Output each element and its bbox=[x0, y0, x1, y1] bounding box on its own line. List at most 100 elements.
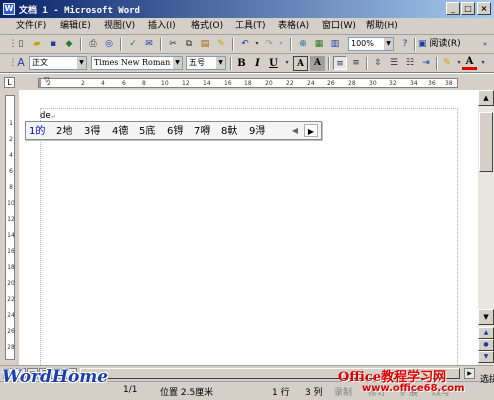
print-icon[interactable]: ⎙ bbox=[86, 37, 100, 51]
ruler-number: 18 bbox=[244, 80, 252, 87]
menu-format[interactable]: 格式(O) bbox=[191, 18, 223, 35]
spelling-icon[interactable]: ✓ bbox=[126, 37, 140, 51]
indent-icon[interactable]: ⇥ bbox=[419, 56, 433, 70]
window-title: 文档 1 - Microsoft Word bbox=[19, 6, 140, 16]
horizontal-ruler[interactable]: 2 ▽ 2 4 6 8 10 12 14 16 18 20 22 24 26 2… bbox=[38, 76, 458, 88]
toolbar-separator bbox=[290, 38, 292, 51]
menu-tools[interactable]: 工具(T) bbox=[235, 18, 266, 35]
zoom-value: 100% bbox=[351, 39, 374, 48]
scroll-up-icon[interactable]: ▲ bbox=[478, 90, 494, 106]
toolbar-separator bbox=[436, 57, 438, 70]
line-spacing-icon[interactable]: ⇳ bbox=[371, 56, 385, 70]
menu-insert[interactable]: 插入(I) bbox=[148, 18, 176, 35]
ruler-number: 26 bbox=[7, 328, 15, 335]
italic-button[interactable]: I bbox=[250, 56, 265, 71]
read-mode-button[interactable]: ▣ 阅读(R) bbox=[418, 37, 461, 51]
zoom-select[interactable]: 100% ▼ bbox=[348, 37, 394, 51]
page-count: 1/1 bbox=[123, 385, 138, 395]
scroll-thumb[interactable] bbox=[479, 112, 493, 172]
ime-candidate[interactable]: 6锝 bbox=[167, 123, 183, 140]
open-folder-icon[interactable]: ▰ bbox=[30, 37, 44, 51]
vertical-scrollbar[interactable]: ▲ ▼ ▲ ● ▼ bbox=[478, 90, 494, 365]
ruler-number: 12 bbox=[7, 216, 15, 223]
toolbar-separator bbox=[80, 38, 82, 51]
select-browse-object-icon[interactable]: ● bbox=[478, 339, 494, 351]
menu-window[interactable]: 窗口(W) bbox=[322, 18, 356, 35]
minimize-button[interactable]: _ bbox=[446, 2, 460, 15]
ime-candidate[interactable]: 3得 bbox=[84, 123, 100, 140]
cut-icon[interactable]: ✂ bbox=[166, 37, 180, 51]
underline-button[interactable]: U bbox=[266, 56, 281, 71]
menu-view[interactable]: 视图(V) bbox=[104, 18, 135, 35]
ime-candidate[interactable]: 5底 bbox=[139, 123, 155, 140]
ime-candidate[interactable]: 8軑 bbox=[221, 123, 237, 140]
tab-selector-icon[interactable]: L bbox=[4, 77, 15, 88]
insert-table-icon[interactable]: ▥ bbox=[328, 37, 342, 51]
style-select[interactable]: 正文 ▼ bbox=[29, 56, 87, 70]
paste-icon[interactable]: ▤ bbox=[198, 37, 212, 51]
ruler-number: 32 bbox=[389, 80, 397, 87]
help-icon[interactable]: ? bbox=[398, 37, 412, 51]
close-button[interactable]: × bbox=[477, 2, 491, 15]
underline-dropdown-icon[interactable]: ▾ bbox=[280, 56, 294, 70]
font-color-dropdown-icon[interactable]: ▾ bbox=[476, 56, 490, 70]
permission-icon[interactable]: ◆ bbox=[62, 37, 76, 51]
ruler-number: 2 bbox=[9, 136, 13, 143]
toolbar-separator bbox=[232, 38, 234, 51]
ruler-number: 14 bbox=[203, 80, 211, 87]
toolbar-separator bbox=[328, 57, 330, 70]
title-bar: W 文档 1 - Microsoft Word _ □ × bbox=[0, 0, 494, 18]
menu-file[interactable]: 文件(F) bbox=[16, 18, 46, 35]
print-preview-icon[interactable]: ◎ bbox=[102, 37, 116, 51]
ime-candidate[interactable]: 4德 bbox=[112, 123, 128, 140]
ruler-number: 10 bbox=[7, 200, 15, 207]
ime-candidate[interactable]: 2地 bbox=[56, 123, 72, 140]
font-color-button[interactable]: A bbox=[462, 56, 477, 70]
ime-candidate[interactable]: 1的 bbox=[29, 123, 45, 140]
bullets-icon[interactable]: ☷ bbox=[403, 56, 417, 70]
indent-marker-icon[interactable]: ▽ bbox=[44, 76, 49, 85]
research-icon[interactable]: ✉ bbox=[142, 37, 156, 51]
font-select[interactable]: Times New Roman ▼ bbox=[91, 56, 183, 70]
tables-borders-icon[interactable]: ▦ bbox=[312, 37, 326, 51]
ruler-number: 8 bbox=[142, 80, 146, 87]
toolbar-options-icon[interactable]: » bbox=[478, 37, 492, 51]
hyperlink-icon[interactable]: ⊕ bbox=[296, 37, 310, 51]
styles-pane-icon[interactable]: A bbox=[14, 56, 28, 70]
scroll-right-icon[interactable]: ▶ bbox=[464, 368, 475, 379]
menu-table[interactable]: 表格(A) bbox=[278, 18, 309, 35]
toolbar-separator bbox=[230, 57, 232, 70]
vertical-ruler[interactable]: 1 2 4 6 8 10 12 14 16 18 20 22 24 26 28 bbox=[5, 95, 15, 360]
format-painter-icon[interactable]: ✎ bbox=[214, 37, 228, 51]
char-border-button[interactable]: A bbox=[293, 56, 308, 71]
redo-dropdown-icon[interactable]: ▾ bbox=[274, 37, 288, 51]
next-page-icon[interactable]: ▼ bbox=[478, 351, 494, 363]
menu-edit[interactable]: 编辑(E) bbox=[60, 18, 91, 35]
bold-button[interactable]: B bbox=[234, 56, 249, 71]
align-center-icon[interactable]: ≡ bbox=[349, 56, 363, 70]
ime-candidate[interactable]: 9淂 bbox=[249, 123, 265, 140]
scroll-down-icon[interactable]: ▼ bbox=[478, 309, 494, 325]
ruler-number: 22 bbox=[286, 80, 294, 87]
ruler-number: 30 bbox=[369, 80, 377, 87]
char-shading-button[interactable]: A bbox=[310, 56, 325, 71]
ime-prev-page-icon[interactable]: ◀ bbox=[288, 124, 302, 137]
font-size-select[interactable]: 五号 ▼ bbox=[186, 56, 226, 70]
new-document-icon[interactable]: ▯ bbox=[14, 37, 28, 51]
ruler-number: 18 bbox=[7, 264, 15, 271]
align-justify-icon[interactable]: ≡ bbox=[333, 56, 347, 70]
save-icon[interactable]: ▪ bbox=[46, 37, 60, 51]
word-app-icon[interactable]: W bbox=[3, 3, 15, 15]
record-indicator[interactable]: 录制 bbox=[334, 385, 352, 398]
menu-help[interactable]: 帮助(H) bbox=[366, 18, 398, 35]
maximize-button[interactable]: □ bbox=[461, 2, 475, 15]
language-indicator: 选拼 bbox=[480, 375, 494, 385]
ruler-number: 28 bbox=[7, 344, 15, 351]
numbering-icon[interactable]: ☰ bbox=[387, 56, 401, 70]
copy-icon[interactable]: ⧉ bbox=[182, 37, 196, 51]
menu-bar: 文件(F) 编辑(E) 视图(V) 插入(I) 格式(O) 工具(T) 表格(A… bbox=[0, 18, 494, 35]
document-body[interactable]: de↵ bbox=[40, 111, 55, 121]
ime-candidate[interactable]: 7嘚 bbox=[194, 123, 210, 140]
ime-next-page-icon[interactable]: ▶ bbox=[304, 124, 318, 137]
previous-page-icon[interactable]: ▲ bbox=[478, 327, 494, 339]
